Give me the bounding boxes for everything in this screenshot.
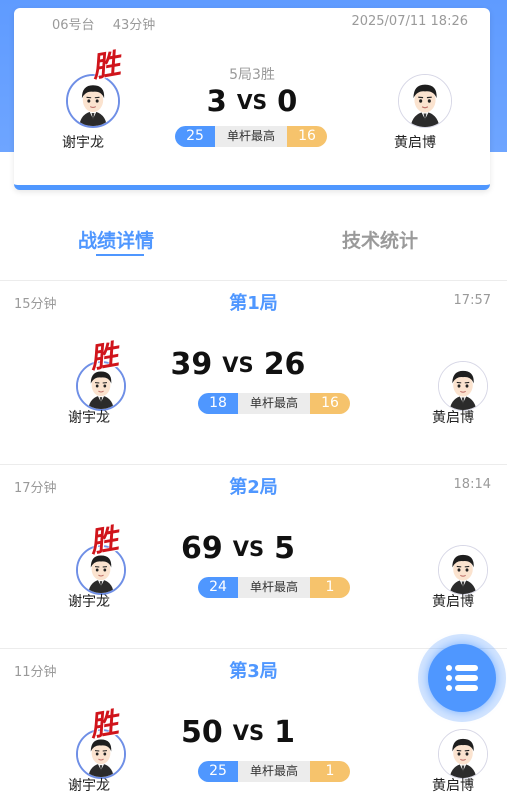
left-player-name: 谢宇龙 bbox=[68, 778, 110, 794]
score-left: 50 bbox=[180, 715, 223, 750]
cartoon-man-avatar-icon bbox=[399, 75, 451, 127]
highest-break-label: 单杆最高 bbox=[215, 126, 287, 147]
avatar-right-player[interactable] bbox=[438, 361, 488, 411]
highest-break-right: 16 bbox=[310, 393, 350, 414]
frame-card-1[interactable]: 15分钟 第1局 17:57 胜 谢宇龙 39 VS 26 18 单杆最高 16 黄… bbox=[0, 280, 507, 464]
highest-break-right: 1 bbox=[310, 761, 350, 782]
highest-break-label: 单杆最高 bbox=[238, 577, 310, 598]
highest-break-bar: 25 单杆最高 16 bbox=[175, 126, 327, 147]
frame-score: 50 VS 1 bbox=[0, 715, 476, 750]
frame-title: 第1局 bbox=[229, 293, 278, 314]
highest-break-left: 25 bbox=[198, 761, 238, 782]
vs-label: VS bbox=[222, 353, 254, 377]
frame-score: 39 VS 26 bbox=[0, 347, 476, 382]
match-datetime: 2025/07/11 18:26 bbox=[351, 14, 468, 29]
highest-break-bar: 24 单杆最高 1 bbox=[198, 577, 350, 598]
score-right: 5 bbox=[274, 531, 295, 566]
active-tab-indicator bbox=[96, 254, 144, 256]
score-right: 1 bbox=[274, 715, 295, 750]
score-left: 3 bbox=[206, 84, 227, 118]
frame-card-2[interactable]: 17分钟 第2局 18:14 胜 谢宇龙 69 VS 5 24 单杆最高 1 黄启博 bbox=[0, 464, 507, 648]
cartoon-man-avatar-icon bbox=[439, 546, 487, 594]
vs-label: VS bbox=[232, 537, 265, 561]
right-player-name: 黄启博 bbox=[432, 778, 474, 794]
menu-fab-button[interactable] bbox=[428, 644, 496, 712]
vs-label: VS bbox=[236, 90, 268, 114]
highest-break-right: 16 bbox=[287, 126, 327, 147]
match-meta: 06号台 43分钟 bbox=[52, 14, 155, 33]
vs-label: VS bbox=[232, 721, 265, 745]
score-left: 69 bbox=[180, 531, 223, 566]
score-left: 39 bbox=[170, 347, 213, 382]
right-player-name: 黄启博 bbox=[432, 594, 474, 610]
left-player-name: 谢宇龙 bbox=[62, 135, 104, 151]
menu-fab[interactable] bbox=[418, 634, 506, 722]
highest-break-label: 单杆最高 bbox=[238, 761, 310, 782]
highest-break-bar: 25 单杆最高 1 bbox=[198, 761, 350, 782]
match-duration: 43分钟 bbox=[112, 18, 156, 33]
cartoon-man-avatar-icon bbox=[439, 362, 487, 410]
score-right: 0 bbox=[277, 84, 298, 118]
tab-bar: 战绩详情 技术统计 bbox=[0, 226, 507, 266]
avatar-right-player[interactable] bbox=[438, 545, 488, 595]
right-player-name: 黄启博 bbox=[432, 410, 474, 426]
highest-break-right: 1 bbox=[310, 577, 350, 598]
match-summary-card: 06号台 43分钟 2025/07/11 18:26 胜 谢宇龙 5局3胜 3V… bbox=[14, 8, 490, 190]
highest-break-left: 24 bbox=[198, 577, 238, 598]
frame-time: 18:14 bbox=[453, 477, 491, 492]
table-number: 06号台 bbox=[52, 18, 95, 33]
tab-record-details[interactable]: 战绩详情 bbox=[78, 226, 154, 253]
score-right: 26 bbox=[263, 347, 306, 382]
list-menu-icon bbox=[446, 665, 478, 691]
tab-technical-stats[interactable]: 技术统计 bbox=[342, 226, 418, 253]
cartoon-man-avatar-icon bbox=[439, 730, 487, 778]
highest-break-left: 18 bbox=[198, 393, 238, 414]
highest-break-left: 25 bbox=[175, 126, 215, 147]
frame-title: 第2局 bbox=[229, 477, 278, 498]
frame-score: 69 VS 5 bbox=[0, 531, 476, 566]
left-player-name: 谢宇龙 bbox=[68, 594, 110, 610]
frame-time: 17:57 bbox=[453, 293, 491, 308]
avatar-right-player[interactable] bbox=[438, 729, 488, 779]
highest-break-bar: 18 单杆最高 16 bbox=[198, 393, 350, 414]
avatar-right-player[interactable] bbox=[398, 74, 452, 128]
right-player-name: 黄启博 bbox=[394, 135, 436, 151]
left-player-name: 谢宇龙 bbox=[68, 410, 110, 426]
highest-break-label: 单杆最高 bbox=[238, 393, 310, 414]
